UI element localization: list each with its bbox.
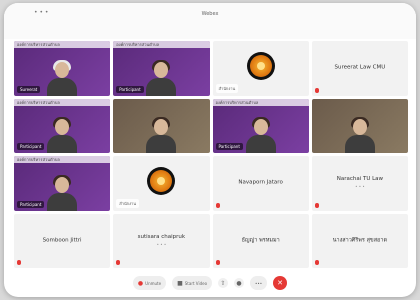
meeting-window: • • • Webex องค์การบริหารส่วนตำบล Sureera…	[4, 3, 416, 297]
tile-banner: องค์การบริหารส่วนตำบล	[14, 98, 111, 106]
participant-name: นางสาวศิริพร สุขสอาด	[312, 237, 408, 244]
participants-button[interactable]: ●	[234, 278, 245, 288]
tile-banner: องค์การบริหารส่วนตำบล	[113, 41, 210, 48]
participant-tile[interactable]: องค์การบริหารส่วนตำบล Participant	[212, 98, 309, 153]
participant-tile[interactable]: Somboon Jittri	[14, 213, 111, 268]
muted-mic-icon	[314, 202, 319, 208]
end-icon: ✕	[277, 279, 284, 287]
muted-mic-icon	[215, 202, 220, 208]
participant-name-text: Narachai TU Law	[336, 176, 384, 183]
participant-name: ธัญญ่า พรหมมา	[213, 237, 309, 244]
end-call-button[interactable]: ✕	[273, 276, 288, 290]
participant-tile[interactable]: องค์การบริหารส่วนตำบล Sureerat	[14, 41, 111, 96]
muted-mic-icon	[314, 87, 319, 93]
participant-caption: Participant	[17, 200, 45, 208]
organization-emblem-icon	[147, 167, 176, 196]
participant-name: Somboon Jittri	[14, 237, 110, 244]
participant-caption: Participant	[17, 143, 45, 150]
participant-name-text: ธัญญ่า พรหมมา	[241, 237, 280, 244]
mic-icon: ●	[137, 279, 144, 287]
participant-tile[interactable]: สำนักงาน	[113, 156, 210, 211]
participant-status: • • •	[156, 241, 167, 247]
participant-name-text: Sureerat Law CMU	[334, 64, 386, 71]
tile-banner: องค์การบริหารส่วนตำบล	[14, 41, 111, 48]
share-button[interactable]: ⇧	[218, 278, 229, 288]
participant-caption: สำนักงาน	[215, 83, 239, 93]
participant-caption: Participant	[215, 143, 243, 150]
participant-tile[interactable]: องค์การบริหารส่วนตำบล Participant	[113, 41, 210, 96]
participant-tile[interactable]: sutisara chaipruk • • •	[113, 213, 210, 268]
participant-video	[344, 117, 375, 153]
participant-video	[146, 117, 177, 153]
participant-video	[47, 59, 78, 96]
participant-name-text: Somboon Jittri	[42, 237, 82, 244]
participant-name: Narachai TU Law • • •	[312, 176, 408, 190]
participant-status: • • •	[355, 184, 365, 190]
more-button[interactable]: •••	[250, 276, 268, 290]
participant-name-text: Navaporn Jataro	[238, 179, 283, 186]
participant-video	[146, 59, 177, 96]
video-button[interactable]: ■ Start Video	[172, 276, 213, 290]
muted-mic-icon	[116, 260, 121, 265]
participant-tile[interactable]	[113, 98, 210, 153]
participant-tile[interactable]: Sureerat Law CMU	[311, 41, 408, 96]
participant-tile[interactable]: องค์การบริหารส่วนตำบล Participant	[14, 156, 111, 211]
share-icon: ⇧	[220, 279, 226, 287]
participant-name-text: นางสาวศิริพร สุขสอาด	[332, 237, 388, 244]
participant-name: Sureerat Law CMU	[312, 65, 408, 72]
tile-banner: องค์การบริหารส่วนตำบล	[212, 98, 309, 106]
participant-tile[interactable]: นางสาวศิริพร สุขสอาด	[311, 213, 408, 268]
muted-mic-icon	[215, 260, 220, 265]
window-titlebar: • • • Webex	[4, 3, 416, 39]
participant-caption: Participant	[116, 85, 144, 93]
participant-caption: Sureerat	[17, 85, 41, 93]
participant-tile[interactable]: Narachai TU Law • • •	[311, 156, 408, 211]
participant-tile[interactable]: องค์การบริหารส่วนตำบล Participant	[14, 98, 111, 153]
participant-video	[47, 174, 78, 211]
mute-button[interactable]: ● Unmute	[132, 276, 167, 290]
participant-tile[interactable]: ธัญญ่า พรหมมา	[212, 213, 309, 268]
participant-caption: สำนักงาน	[116, 198, 140, 208]
participant-grid: องค์การบริหารส่วนตำบล Sureerat องค์การบริห…	[14, 41, 408, 268]
video-label: Start Video	[184, 280, 208, 286]
meeting-title: Webex	[4, 11, 416, 18]
participant-name: sutisara chaipruk • • •	[113, 234, 209, 248]
participant-tile[interactable]	[311, 98, 408, 153]
organization-emblem-icon	[246, 52, 275, 81]
meeting-toolbar: ● Unmute ■ Start Video ⇧ ● ••• ✕	[4, 269, 416, 297]
camera-icon: ■	[177, 279, 183, 287]
tile-banner: องค์การบริหารส่วนตำบล	[14, 156, 111, 163]
mute-label: Unmute	[145, 280, 162, 286]
muted-mic-icon	[17, 260, 21, 265]
participant-name-text: sutisara chaipruk	[137, 233, 186, 240]
muted-mic-icon	[314, 260, 319, 265]
participant-tile[interactable]: Navaporn Jataro	[212, 156, 309, 211]
participant-video	[245, 117, 276, 153]
participants-icon: ●	[236, 279, 242, 287]
more-icon: •••	[255, 280, 263, 286]
meeting-title-text: Webex	[201, 11, 219, 17]
participant-name: Navaporn Jataro	[213, 180, 309, 187]
participant-tile[interactable]: สำนักงาน	[212, 41, 309, 96]
participant-video	[47, 117, 78, 153]
